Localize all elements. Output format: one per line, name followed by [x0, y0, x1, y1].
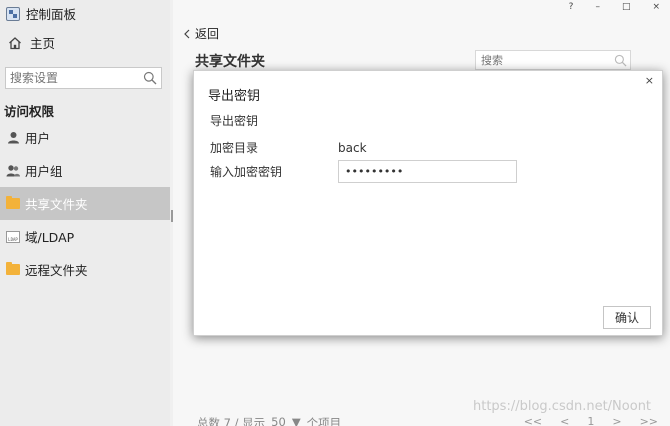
control-panel-icon: [6, 6, 20, 21]
ldap-icon: LDAP: [6, 230, 20, 244]
folder-search-input[interactable]: [481, 53, 601, 67]
dialog-title: 导出密钥: [208, 89, 261, 104]
sidebar: 控制面板 主页 访问权限 用户 用户组: [0, 0, 170, 426]
home-label: 主页: [30, 36, 56, 51]
encrypted-dir-row: 加密目录 back: [210, 139, 367, 156]
encrypted-dir-label: 加密目录: [210, 141, 259, 155]
confirm-button[interactable]: 确认: [603, 306, 651, 329]
last-page-button[interactable]: >>: [640, 415, 658, 426]
watermark: https://blog.csdn.net/Noont: [473, 399, 652, 414]
next-page-button[interactable]: >: [612, 415, 621, 426]
maximize-button[interactable]: □: [622, 2, 631, 12]
items-label: 个项目: [306, 416, 342, 426]
list-footer: 总数 7 / 显示 50 ▼ 个项目: [197, 415, 341, 426]
sidebar-item-user-group[interactable]: 用户组: [0, 154, 170, 187]
search-icon[interactable]: [143, 71, 157, 85]
folder-search-box: [475, 50, 631, 70]
home-icon: [9, 36, 21, 49]
first-page-button[interactable]: <<: [524, 415, 542, 426]
export-key-dialog: × 导出密钥 导出密钥 加密目录 back 输入加密密钥 确认: [193, 70, 663, 336]
settings-search-box: [5, 67, 162, 89]
app-title-label: 控制面板: [26, 7, 77, 22]
settings-search-input[interactable]: [10, 71, 140, 85]
shared-folder-icon: [6, 196, 20, 211]
encrypted-dir-value: back: [338, 140, 367, 155]
chevron-left-icon: [184, 29, 190, 38]
sidebar-item-user[interactable]: 用户: [0, 121, 170, 154]
sidebar-nav: 用户 用户组 共享文件夹 LDAP 域/LDAP 远程文件夹: [0, 121, 170, 286]
total-count-label: 总数 7 / 显示: [197, 416, 266, 426]
minimize-button[interactable]: –: [595, 2, 600, 12]
close-window-button[interactable]: ×: [652, 2, 660, 12]
close-icon[interactable]: ×: [645, 74, 654, 87]
dialog-subtitle: 导出密钥: [210, 114, 259, 128]
sidebar-item-label: 用户组: [25, 164, 63, 179]
search-icon[interactable]: [614, 54, 627, 67]
dropdown-arrow-icon[interactable]: ▼: [292, 415, 301, 426]
help-button[interactable]: ?: [569, 2, 574, 12]
sidebar-item-label: 域/LDAP: [25, 230, 75, 245]
window-controls: ? – □ ×: [569, 2, 660, 12]
sidebar-item-label: 远程文件夹: [25, 263, 88, 278]
back-button[interactable]: 返回: [183, 25, 219, 42]
app-title: 控制面板: [6, 4, 76, 23]
page-title: 共享文件夹: [195, 54, 265, 70]
user-group-icon: [6, 164, 20, 178]
encryption-key-label: 输入加密密钥: [210, 165, 283, 179]
home-link[interactable]: 主页: [8, 33, 55, 52]
sidebar-item-ldap[interactable]: LDAP 域/LDAP: [0, 220, 170, 253]
sidebar-item-shared-folder[interactable]: 共享文件夹: [0, 187, 170, 220]
remote-folder-icon: [6, 262, 20, 277]
pagination: << < 1 > >>: [524, 415, 658, 426]
per-page-select[interactable]: 50: [271, 415, 286, 426]
section-title-access: 访问权限: [4, 104, 55, 119]
prev-page-button[interactable]: <: [560, 415, 569, 426]
sidebar-item-remote-folder[interactable]: 远程文件夹: [0, 253, 170, 286]
encryption-key-input[interactable]: [338, 160, 517, 183]
user-icon: [6, 131, 20, 145]
sidebar-item-label: 共享文件夹: [25, 197, 88, 212]
sidebar-item-label: 用户: [25, 131, 51, 146]
encryption-key-row: 输入加密密钥: [210, 160, 517, 183]
current-page[interactable]: 1: [587, 415, 594, 426]
back-label: 返回: [195, 27, 220, 41]
